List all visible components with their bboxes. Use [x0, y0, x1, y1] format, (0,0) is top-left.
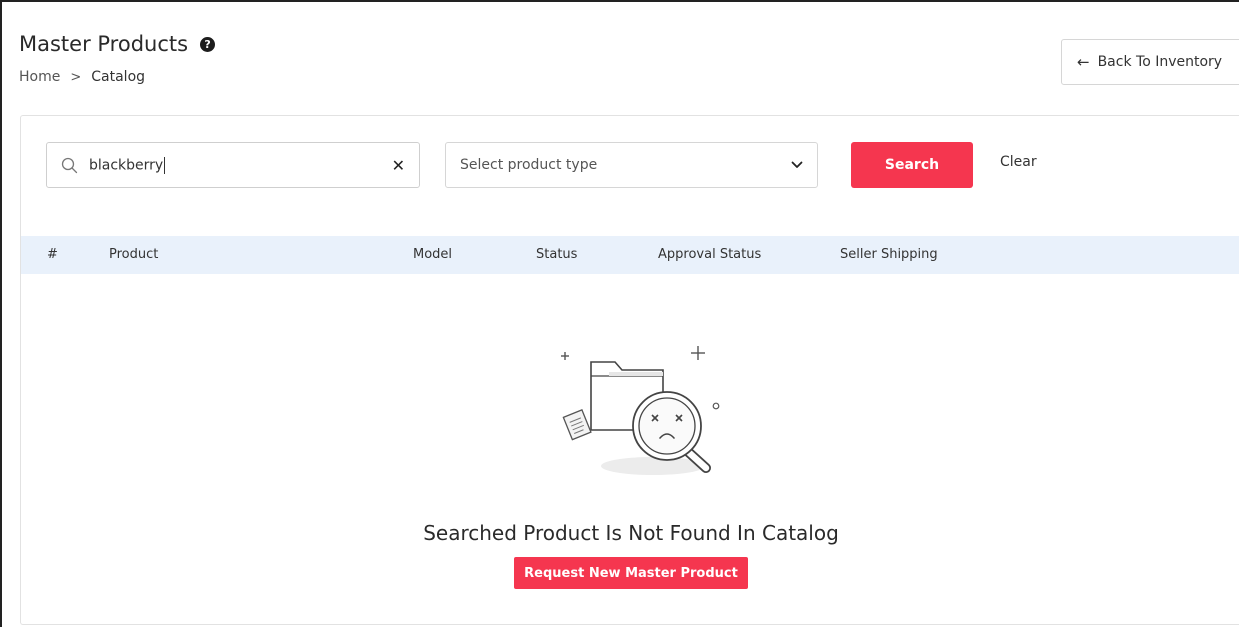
product-type-placeholder: Select product type — [460, 157, 598, 173]
breadcrumb-current: Catalog — [91, 69, 146, 85]
back-to-inventory-button[interactable]: ← Back To Inventory — [1061, 39, 1239, 85]
clear-search-icon[interactable]: ✕ — [392, 156, 405, 175]
clear-button[interactable]: Clear — [1000, 154, 1037, 170]
chevron-right-icon: > — [70, 69, 82, 85]
column-header-product: Product — [109, 247, 159, 262]
arrow-left-icon: ← — [1077, 53, 1090, 71]
breadcrumb-home[interactable]: Home — [19, 69, 60, 85]
search-input-value[interactable]: blackberry — [89, 156, 392, 174]
page-title: Master Products ? — [19, 32, 216, 56]
chevron-down-icon — [791, 157, 803, 173]
search-button[interactable]: Search — [851, 142, 973, 188]
help-icon[interactable]: ? — [200, 36, 216, 52]
column-header-status: Status — [536, 247, 578, 262]
folder-not-found-icon — [561, 346, 720, 475]
column-header-approval-status: Approval Status — [658, 247, 762, 262]
product-type-select[interactable]: Select product type — [445, 142, 818, 188]
breadcrumb: Home > Catalog — [19, 69, 145, 85]
catalog-card: blackberry ✕ Select product type Search … — [20, 115, 1239, 625]
back-to-inventory-label: Back To Inventory — [1097, 54, 1223, 70]
column-header-model: Model — [413, 247, 453, 262]
page-frame: Master Products ? Home > Catalog ← Back … — [0, 0, 1239, 627]
request-new-master-product-button[interactable]: Request New Master Product — [514, 557, 748, 589]
page-title-text: Master Products — [19, 32, 189, 56]
search-input[interactable]: blackberry ✕ — [46, 142, 420, 188]
column-header-seller-shipping: Seller Shipping — [840, 247, 938, 262]
table-header: # Product Model Status Approval Status S… — [21, 236, 1239, 274]
column-header-index: # — [47, 247, 58, 262]
search-icon — [61, 157, 81, 174]
empty-state-message: Searched Product Is Not Found In Catalog — [423, 521, 839, 545]
